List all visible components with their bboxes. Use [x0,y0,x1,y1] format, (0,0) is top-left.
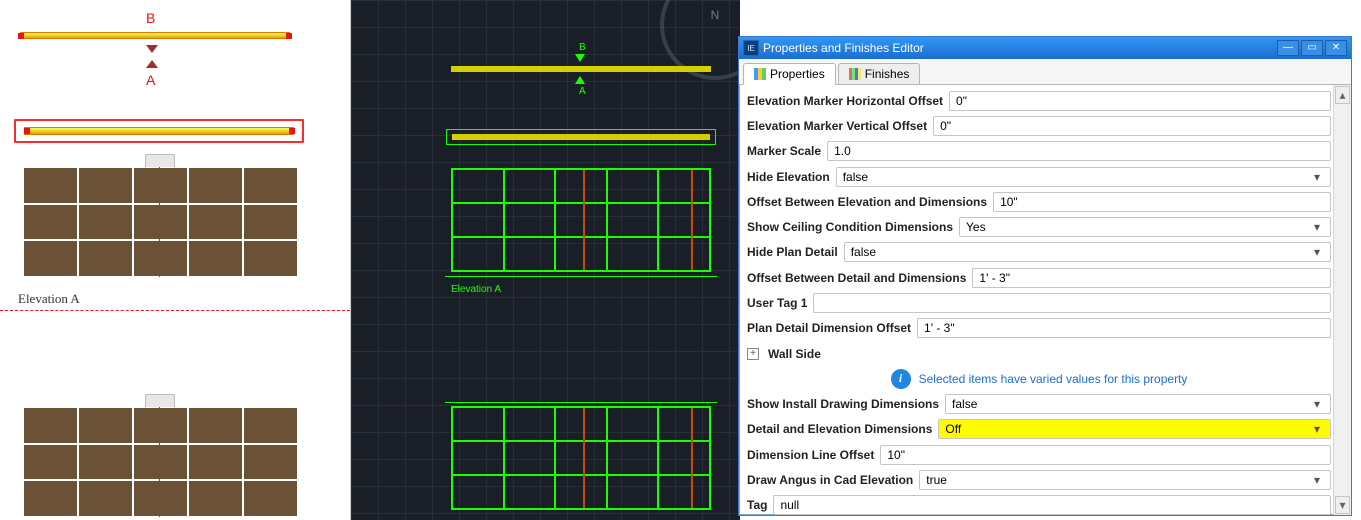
scroll-down-button[interactable]: ▾ [1335,496,1350,514]
properties-scrollbar[interactable]: ▴ ▾ [1333,85,1351,515]
chevron-down-icon: ▾ [1310,422,1324,436]
prop-field-user-tag-1[interactable] [813,293,1331,313]
prop-label: Dimension Line Offset [747,448,874,462]
scroll-up-button[interactable]: ▴ [1335,86,1350,104]
marker-b-label: B [146,10,155,26]
prop-label: Marker Scale [747,144,821,158]
centerline-2 [159,407,160,517]
prop-field-show-install-dim[interactable]: false▾ [945,394,1331,414]
marker-arrow-up-icon [146,60,158,68]
properties-list: Elevation Marker Horizontal Offset 0" El… [739,85,1333,515]
prop-label: Detail and Elevation Dimensions [747,422,932,436]
info-icon: i [891,369,911,389]
close-button[interactable]: ✕ [1325,40,1347,56]
prop-label: Elevation Marker Horizontal Offset [747,94,943,108]
prop-field-marker-scale[interactable]: 1.0 [827,141,1331,161]
cad-viewport[interactable]: N B A Elevation A [351,0,740,520]
prop-label: User Tag 1 [747,296,807,310]
cad-redline-3 [583,408,585,508]
dialog-titlebar[interactable]: IE Properties and Finishes Editor — ▭ ✕ [739,37,1351,59]
prop-field-draw-angus[interactable]: true▾ [919,470,1331,490]
app-root: B A Elevation A N B [0,0,1361,520]
chevron-down-icon: ▾ [1310,245,1324,259]
scroll-thumb[interactable] [1336,105,1349,495]
cad-redline-1 [583,170,585,270]
cad-elevation-grid-1[interactable] [451,168,711,272]
prop-label: Show Ceiling Condition Dimensions [747,220,953,234]
cad-plan-bar-2 [452,134,710,140]
prop-field-ceiling-cond[interactable]: Yes▾ [959,217,1331,237]
chevron-down-icon: ▾ [1310,473,1324,487]
prop-field-dim-line-offset[interactable]: 10" [880,445,1331,465]
finishes-icon [849,68,861,80]
prop-label: Wall Side [768,347,821,361]
cad-arrow-down-icon [575,54,585,62]
dialog-title: Properties and Finishes Editor [763,41,1277,55]
page-separator [0,310,350,311]
cad-baseline-1 [445,276,717,277]
elevation-grid-1[interactable] [23,167,298,277]
tab-properties[interactable]: Properties [743,63,836,85]
prop-field-plan-detail-dim-offset[interactable]: 1' - 3" [917,318,1331,338]
dialog-icon: IE [743,40,759,56]
prop-label: Show Install Drawing Dimensions [747,397,939,411]
maximize-button[interactable]: ▭ [1301,40,1323,56]
endpoint-right [286,33,292,39]
endpoint-left-2 [24,128,30,134]
varied-values-info: i Selected items have varied values for … [747,366,1331,391]
plan-bar-top [20,32,290,39]
prop-label: Draw Angus in Cad Elevation [747,473,913,487]
chevron-down-icon: ▾ [1310,397,1324,411]
cad-elevation-grid-2[interactable] [451,406,711,510]
elevation-a-label: Elevation A [18,291,80,307]
prop-label: Offset Between Detail and Dimensions [747,271,966,285]
prop-field-hide-plan-detail[interactable]: false▾ [844,242,1331,262]
cad-marker-a: A [579,86,586,97]
elevation-grid-2[interactable] [23,407,298,517]
cad-arrow-up-icon [575,76,585,84]
prop-field-hide-elevation[interactable]: false▾ [836,167,1331,187]
prop-label: Hide Elevation [747,170,830,184]
cad-topline-2 [445,402,717,403]
endpoint-left [18,33,24,39]
chevron-down-icon: ▾ [1310,220,1324,234]
prop-field-tag[interactable]: null [773,495,1331,515]
marker-arrow-down-icon [146,45,158,53]
expand-toggle[interactable]: + [747,348,759,360]
tab-properties-label: Properties [770,67,825,81]
cad-redline-2 [691,170,693,270]
cad-redline-4 [691,408,693,508]
minimize-button[interactable]: — [1277,40,1299,56]
preview-left-panel: B A Elevation A [0,0,351,520]
prop-label: Hide Plan Detail [747,245,838,259]
prop-label: Tag [747,498,767,512]
prop-label: Offset Between Elevation and Dimensions [747,195,987,209]
compass-n: N [711,8,720,22]
prop-field-emho[interactable]: 0" [949,91,1331,111]
marker-a-label: A [146,72,155,88]
prop-field-detail-elev-dim[interactable]: Off▾ [938,419,1331,439]
prop-field-emvo[interactable]: 0" [933,116,1331,136]
cad-elev-label: Elevation A [451,284,501,295]
tab-finishes[interactable]: Finishes [838,63,921,85]
info-text: Selected items have varied values for th… [919,372,1188,386]
prop-field-offset-elev-dim[interactable]: 10" [993,192,1331,212]
prop-field-offset-detail-dim[interactable]: 1' - 3" [972,268,1331,288]
endpoint-right-2 [289,128,295,134]
chevron-down-icon: ▾ [1310,170,1324,184]
plan-bar-selected[interactable] [24,127,294,135]
dialog-tabs: Properties Finishes [739,59,1351,85]
properties-finishes-dialog: IE Properties and Finishes Editor — ▭ ✕ … [738,36,1352,516]
handle-top[interactable] [145,154,175,168]
handle-top-2[interactable] [145,394,175,408]
prop-label: Elevation Marker Vertical Offset [747,119,927,133]
prop-label: Plan Detail Dimension Offset [747,321,911,335]
cad-marker-b: B [579,42,586,53]
cad-plan-bar [451,66,711,72]
tab-finishes-label: Finishes [865,67,910,81]
properties-icon [754,68,766,80]
centerline-1 [159,167,160,277]
